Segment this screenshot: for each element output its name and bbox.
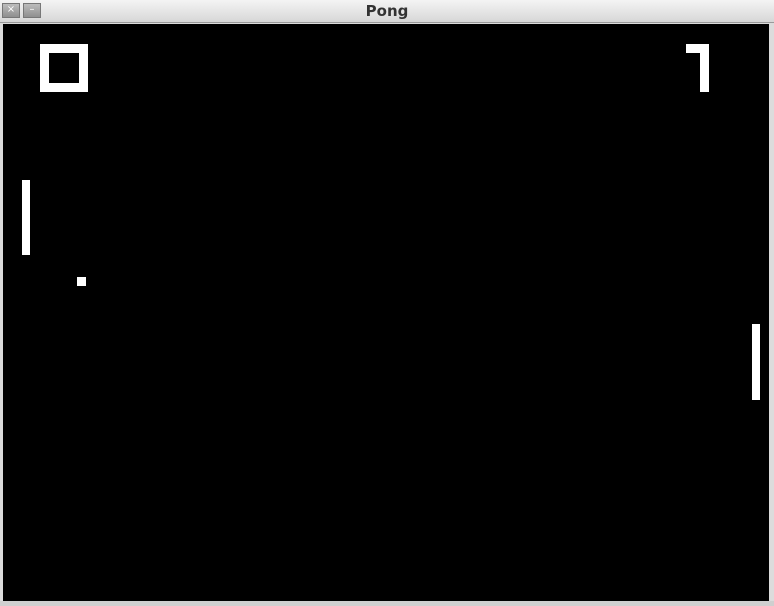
left-score [40,44,88,92]
title-bar[interactable]: × – Pong [0,0,774,23]
app-window: × – Pong [0,0,774,606]
right-paddle [752,324,760,400]
game-canvas[interactable] [3,24,769,601]
bottom-frame [0,601,774,606]
window-title: Pong [365,2,409,20]
ball [77,277,86,286]
right-score [686,44,709,92]
left-paddle [22,180,30,255]
